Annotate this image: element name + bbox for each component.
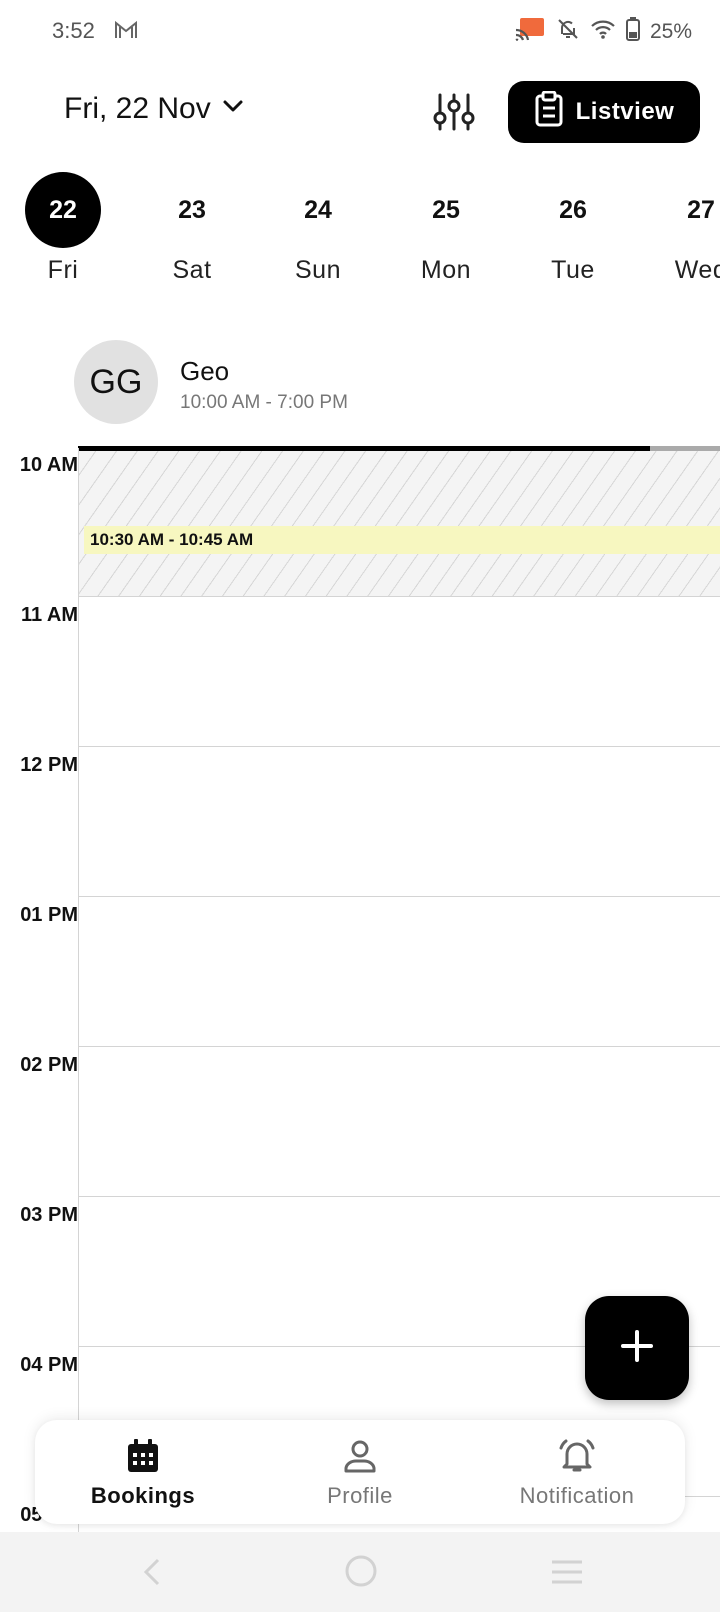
hour-label: 12 PM xyxy=(20,754,78,776)
day-weekday: Tue xyxy=(551,256,595,284)
day-number: 27 xyxy=(687,195,715,224)
hour-divider xyxy=(78,596,720,597)
clipboard-icon xyxy=(534,90,564,134)
hour-label: 04 PM xyxy=(20,1354,78,1376)
battery-icon xyxy=(625,17,640,47)
back-icon[interactable] xyxy=(140,1556,164,1593)
nav-profile[interactable]: Profile xyxy=(260,1438,460,1509)
working-hours-bar xyxy=(78,446,650,451)
day-item-23[interactable]: 23 Sat xyxy=(147,172,237,285)
recents-icon[interactable] xyxy=(550,1558,584,1591)
hour-label: 11 AM xyxy=(20,604,78,626)
staff-name: Geo xyxy=(180,356,230,386)
listview-label: Listview xyxy=(575,98,675,125)
home-icon[interactable] xyxy=(344,1554,378,1593)
add-booking-button[interactable] xyxy=(585,1296,689,1400)
unavailable-block xyxy=(79,450,720,596)
bottom-navigation: Bookings Profile Notification xyxy=(35,1420,685,1524)
notifications-off-icon xyxy=(556,17,580,47)
booking-slot[interactable]: 10:30 AM - 10:45 AM xyxy=(84,526,720,554)
nav-profile-label: Profile xyxy=(327,1483,393,1508)
staff-hours: 10:00 AM - 7:00 PM xyxy=(180,392,348,413)
date-selector[interactable]: Fri, 22 Nov xyxy=(64,92,245,126)
time-axis-line xyxy=(78,448,79,1532)
day-item-22[interactable]: 22 Fri xyxy=(18,172,108,285)
day-number: 25 xyxy=(432,195,460,224)
hour-divider xyxy=(78,896,720,897)
calendar-icon xyxy=(125,1439,161,1478)
day-number: 26 xyxy=(559,195,587,224)
filter-button[interactable] xyxy=(428,88,480,140)
date-label: Fri, 22 Nov xyxy=(64,92,211,125)
day-weekday: Fri xyxy=(47,256,79,284)
bell-icon xyxy=(557,1439,597,1478)
battery-percent: 25% xyxy=(649,20,692,43)
hour-label: 01 PM xyxy=(20,904,78,926)
day-item-25[interactable]: 25 Mon xyxy=(401,172,491,285)
hour-divider xyxy=(78,1046,720,1047)
day-number: 23 xyxy=(178,195,206,224)
nav-bookings-label: Bookings xyxy=(90,1483,196,1508)
day-item-24[interactable]: 24 Sun xyxy=(273,172,363,285)
day-number: 22 xyxy=(25,172,101,248)
person-icon xyxy=(342,1440,378,1478)
hour-label: 02 PM xyxy=(20,1054,78,1076)
status-bar: 3:52 25% xyxy=(0,0,720,64)
listview-button[interactable]: Listview xyxy=(508,81,700,143)
nav-notification-label: Notification xyxy=(519,1483,635,1508)
working-hours-bar-remaining xyxy=(650,446,720,451)
status-time: 3:52 xyxy=(52,18,95,43)
nav-notification[interactable]: Notification xyxy=(477,1438,677,1509)
day-item-26[interactable]: 26 Tue xyxy=(528,172,618,285)
hour-divider xyxy=(78,746,720,747)
chevron-down-icon xyxy=(221,92,245,126)
plus-icon xyxy=(620,1329,654,1368)
day-strip: 22 Fri 23 Sat 24 Sun 25 Mon 26 Tue 27 We… xyxy=(0,172,720,292)
hour-label: 10 AM xyxy=(19,454,78,476)
day-number: 24 xyxy=(304,195,332,224)
day-item-27[interactable]: 27 Wed xyxy=(656,172,720,285)
hour-label: 03 PM xyxy=(20,1204,78,1226)
day-weekday: Sat xyxy=(172,256,212,284)
sliders-icon xyxy=(432,92,476,137)
system-navigation-bar xyxy=(0,1532,720,1612)
hour-divider xyxy=(78,1196,720,1197)
gmail-icon xyxy=(114,20,138,45)
avatar[interactable]: GG xyxy=(74,340,158,424)
cast-icon xyxy=(514,16,546,48)
day-weekday: Wed xyxy=(674,256,720,284)
booking-time: 10:30 AM - 10:45 AM xyxy=(90,530,254,549)
wifi-icon xyxy=(590,18,616,46)
nav-bookings[interactable]: Bookings xyxy=(43,1438,243,1509)
day-weekday: Sun xyxy=(295,256,341,284)
day-weekday: Mon xyxy=(420,256,472,284)
